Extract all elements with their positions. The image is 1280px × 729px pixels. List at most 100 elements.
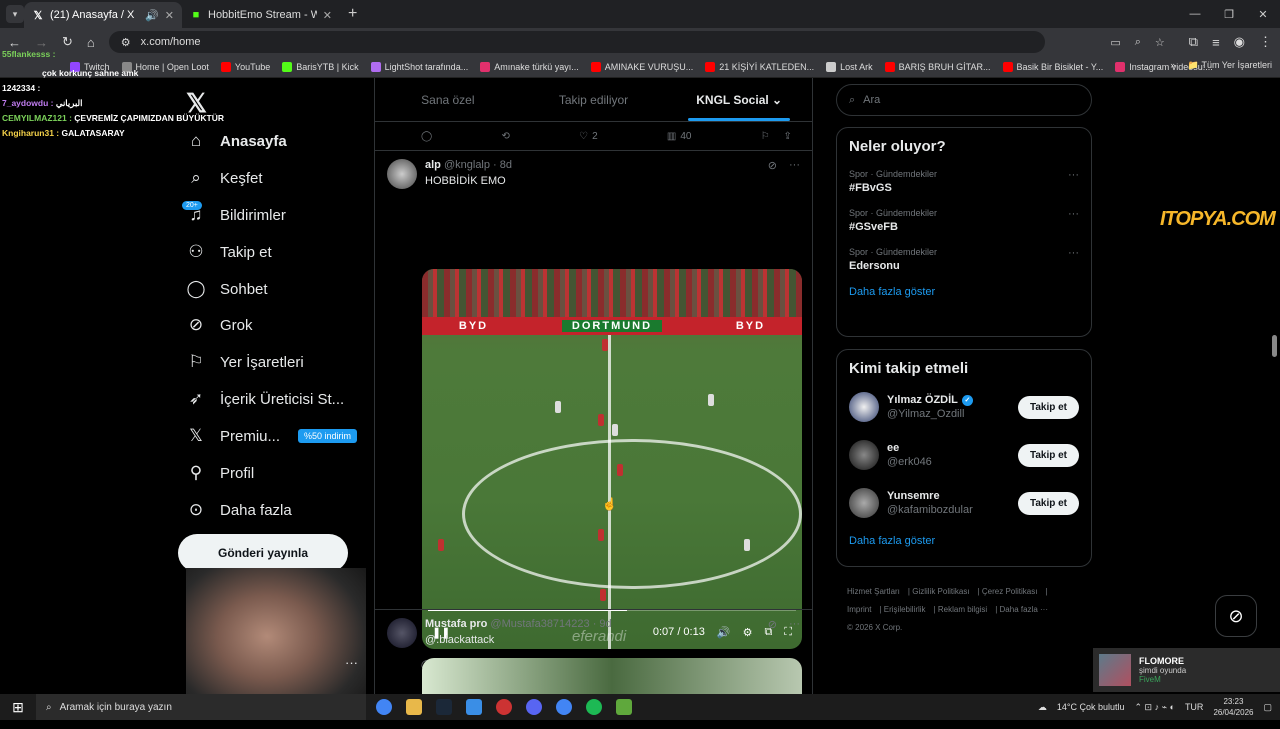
footer-link[interactable]: Hizmet Şartları	[847, 587, 900, 596]
trend-item[interactable]: Spor · Gündemdekiler Edersonu ···	[849, 247, 1079, 272]
steam-icon[interactable]	[436, 699, 452, 715]
new-tab-button[interactable]: +	[348, 5, 357, 23]
tab-kngl-social[interactable]: KNGL Social ⌄	[666, 93, 812, 121]
nav-grok[interactable]: ⊘ Grok	[186, 315, 253, 335]
chrome-icon[interactable]	[376, 699, 392, 715]
weather-icon[interactable]: ☁	[1038, 702, 1047, 713]
show-more-users-link[interactable]: Daha fazla göster	[849, 535, 1079, 547]
menu-icon[interactable]: ⋮	[1259, 34, 1272, 50]
grok-fab-button[interactable]: ⊘	[1215, 595, 1257, 637]
bookmark-item[interactable]: BarisYTB | Kick	[282, 61, 359, 72]
more-icon[interactable]: ···	[789, 618, 800, 631]
post-button[interactable]: Gönderi yayınla	[178, 534, 348, 572]
tray-icons[interactable]: ⌃ ⊡ ♪ ⌁ ◐	[1134, 702, 1174, 713]
app-icon[interactable]	[496, 699, 512, 715]
bookmark-item[interactable]: AMINAKE VURUŞU...	[590, 61, 693, 72]
follow-button[interactable]: Takip et	[1017, 444, 1079, 467]
bookmark-icon[interactable]: ⚐ ⇪	[761, 131, 792, 142]
suggested-user[interactable]: ee @erk046 Takip et	[849, 439, 1079, 471]
more-icon[interactable]: ···	[789, 159, 800, 172]
search-input[interactable]: ⌕ Ara	[836, 84, 1092, 116]
url-field[interactable]: ⚙ x.com/home ▭ ⌕ ☆	[108, 31, 1165, 53]
tab-following[interactable]: Takip ediliyor	[521, 93, 667, 107]
extensions-icon[interactable]: ⧉	[1189, 34, 1198, 50]
taskbar-search[interactable]: ⌕ Aramak için buraya yazın	[36, 694, 366, 720]
language-indicator[interactable]: TUR	[1185, 702, 1204, 712]
zoom-icon[interactable]: ⌕	[1135, 36, 1141, 49]
weather-text[interactable]: 14°C Çok bulutlu	[1057, 702, 1125, 712]
nav-chat[interactable]: ◯ Sohbet	[186, 279, 267, 299]
avatar[interactable]	[849, 392, 879, 422]
avatar[interactable]	[849, 488, 879, 518]
media-icon[interactable]: ≡	[1212, 35, 1220, 50]
account-menu-button[interactable]: ···	[345, 655, 358, 670]
notification-center-icon[interactable]: ▢	[1263, 702, 1272, 713]
bookmark-item[interactable]: BARIŞ BRUH GİTAR...	[884, 61, 991, 72]
show-more-trends-link[interactable]: Daha fazla göster	[849, 286, 1079, 298]
chrome-icon[interactable]	[556, 699, 572, 715]
grok-icon[interactable]: ⊘	[768, 159, 777, 172]
bookmark-item[interactable]: Lost Ark	[826, 61, 873, 72]
tab-kick-stream[interactable]: ■ HobbitEmo Stream - Watch Live ✕	[182, 2, 340, 28]
trend-item[interactable]: Spor · Gündemdekiler #FBvGS ···	[849, 169, 1079, 194]
page-scrollbar[interactable]	[1272, 335, 1277, 357]
more-icon[interactable]: ···	[1068, 208, 1079, 220]
footer-link[interactable]: Daha fazla ···	[1000, 605, 1048, 614]
footer-link[interactable]: Çerez Politikası	[982, 587, 1038, 596]
discord-icon[interactable]	[526, 699, 542, 715]
folder-icon[interactable]	[406, 699, 422, 715]
maximize-button[interactable]: ❐	[1212, 0, 1246, 28]
nav-notifications[interactable]: ♫ Bildirimler	[186, 205, 286, 225]
all-bookmarks[interactable]: » 📁 Tüm Yer İşaretleri	[1170, 60, 1272, 71]
bookmark-item[interactable]: Basik Bir Bisiklet - Y...	[1002, 61, 1103, 72]
suggested-user[interactable]: Yunsemre @kafamibozdular Takip et	[849, 487, 1079, 519]
tweet-author[interactable]: Mustafa pro @Mustafa38714223 · 9d	[425, 618, 612, 630]
nav-premium[interactable]: 𝕏 Premiu... %50 indirim	[186, 426, 358, 446]
footer-link[interactable]: Imprint	[847, 605, 871, 614]
avatar[interactable]	[849, 440, 879, 470]
minecraft-icon[interactable]	[616, 699, 632, 715]
profile-icon[interactable]: ◉	[1234, 34, 1245, 50]
tab-search-button[interactable]: ▾	[6, 5, 24, 23]
footer-link[interactable]: Gizlilik Politikası	[912, 587, 969, 596]
footer-link[interactable]: Reklam bilgisi	[938, 605, 987, 614]
bookmark-item[interactable]: 21 KİŞİYİ KATLEDEN...	[705, 61, 814, 72]
bookmark-item[interactable]: Amınake türkü yayı...	[480, 61, 579, 72]
follow-button[interactable]: Takip et	[1017, 492, 1079, 515]
star-icon[interactable]: ☆	[1155, 36, 1165, 49]
reply-icon[interactable]: ◯	[421, 131, 432, 142]
tweet[interactable]: alp @knglalp · 8d HOBBİDİK EMO ⊘ ··· BYD …	[375, 150, 812, 671]
views-button[interactable]: ▥ 40	[667, 131, 692, 142]
close-tab-icon[interactable]: ✕	[323, 9, 332, 22]
tweet-author[interactable]: alp @knglalp · 8d	[425, 159, 512, 171]
follow-button[interactable]: Takip et	[1017, 396, 1079, 419]
more-icon[interactable]: ···	[1068, 247, 1079, 259]
nav-explore[interactable]: ⌕ Keşfet	[186, 168, 262, 188]
nav-profile[interactable]: ⚲ Profil	[186, 463, 254, 483]
tab-x-home[interactable]: 𝕏 (21) Anasayfa / X 🔊 ✕	[24, 2, 182, 28]
footer-link[interactable]: Erişilebilirlik	[884, 605, 926, 614]
nav-more[interactable]: ⊙ Daha fazla	[186, 500, 292, 520]
nav-bookmarks[interactable]: ⚐ Yer İşaretleri	[186, 352, 303, 372]
spotify-icon[interactable]	[586, 699, 602, 715]
like-button[interactable]: ♡ 2	[579, 131, 598, 142]
windows-start-icon[interactable]: ⊞	[0, 699, 36, 716]
clock[interactable]: 23:23 26/04/2026	[1213, 696, 1253, 718]
cast-icon[interactable]: ▭	[1110, 36, 1120, 49]
suggested-user[interactable]: Yılmaz ÖZDİL ✓ @Yilmaz_Ozdill Takip et	[849, 391, 1079, 423]
app-icon[interactable]	[466, 699, 482, 715]
video-player[interactable]: BYD DORTMUND BYD ☝ eferandi ❚❚ 0:07 / 0:…	[422, 269, 802, 649]
nav-creator-studio[interactable]: ➶ İçerik Üreticisi St...	[186, 389, 344, 409]
avatar[interactable]	[387, 159, 417, 189]
minimize-button[interactable]: —	[1178, 0, 1212, 28]
tweet-media[interactable]	[422, 658, 802, 698]
close-window-button[interactable]: ✕	[1246, 0, 1280, 28]
close-tab-icon[interactable]: ✕	[165, 9, 174, 22]
nav-follow[interactable]: ⚇ Takip et	[186, 242, 271, 262]
mute-icon[interactable]: 🔊	[145, 9, 159, 22]
more-icon[interactable]: ···	[1068, 169, 1079, 181]
tab-for-you[interactable]: Sana özel	[375, 93, 521, 107]
trend-item[interactable]: Spor · Gündemdekiler #GSveFB ···	[849, 208, 1079, 233]
avatar[interactable]	[387, 618, 417, 648]
repost-icon[interactable]: ⟲	[501, 131, 509, 142]
